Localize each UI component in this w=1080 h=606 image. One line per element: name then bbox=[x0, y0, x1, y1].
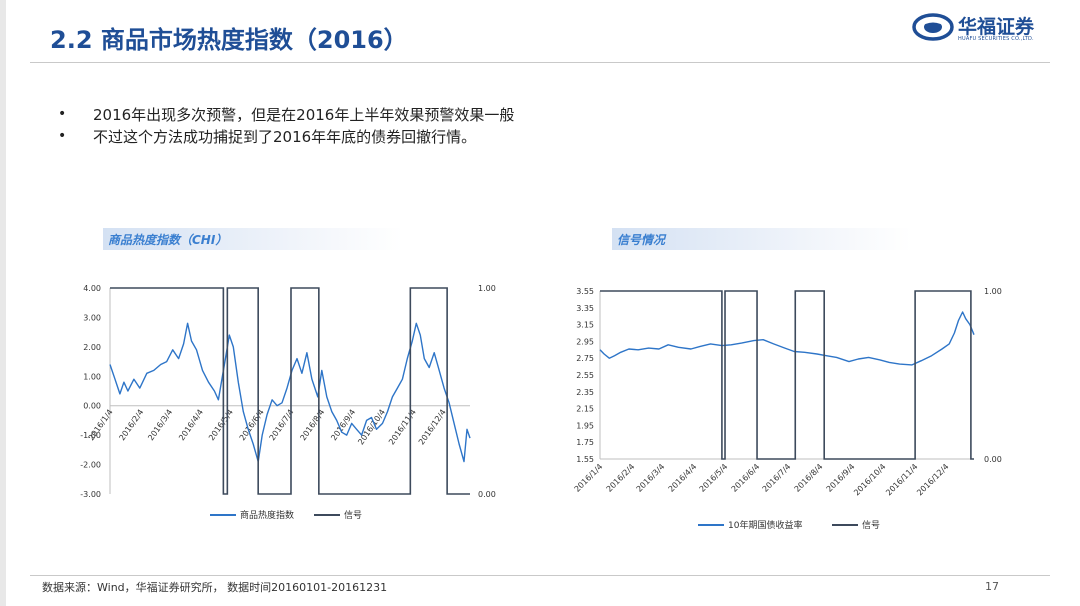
y-tick-label: 2.00 bbox=[83, 343, 101, 352]
bullet-text: 2016年出现多次预警，但是在2016年上半年效果预警效果一般 bbox=[93, 105, 515, 124]
signal-line bbox=[110, 287, 470, 495]
y-tick-label: 3.00 bbox=[83, 313, 101, 322]
bullet-dot-icon: • bbox=[58, 128, 67, 144]
x-tick-label: 2016/4/4 bbox=[177, 408, 205, 443]
y-tick-label: 2.55 bbox=[576, 371, 594, 380]
page-number: 17 bbox=[985, 580, 999, 593]
x-tick-label: 2016/7/4 bbox=[761, 462, 793, 494]
right-chart-header-label: 信号情况 bbox=[617, 233, 666, 247]
bullet-text: 不过这个方法成功捕捉到了2016年年底的债券回撤行情。 bbox=[93, 127, 477, 146]
y-tick-label: 1.75 bbox=[576, 438, 594, 447]
right-chart-header: 信号情况 bbox=[612, 228, 912, 250]
y-tick-label: 1.95 bbox=[576, 421, 594, 430]
y-tick-label: 2.15 bbox=[576, 405, 594, 414]
x-tick-label: 2016/10/4 bbox=[356, 408, 387, 447]
x-tick-label: 2016/2/4 bbox=[605, 462, 637, 494]
legend-label: 信号 bbox=[862, 519, 880, 531]
logo-text: 华福证券 bbox=[958, 16, 1035, 38]
page-title: 2.2 商品市场热度指数（2016） bbox=[50, 26, 408, 54]
x-tick-label: 2016/12/4 bbox=[915, 462, 950, 497]
y-tick-label: 2.75 bbox=[576, 354, 594, 363]
x-tick-label: 2016/3/4 bbox=[146, 408, 174, 443]
legend-label: 10年期国债收益率 bbox=[728, 519, 802, 531]
y2-tick-label: 0.00 bbox=[478, 490, 496, 499]
y-tick-label: 3.55 bbox=[576, 287, 594, 296]
company-logo: 华福证券 HUAFU SECURITIES CO.,LTD. bbox=[912, 12, 1042, 46]
x-tick-label: 2016/2/4 bbox=[117, 408, 145, 443]
y-tick-label: -2.00 bbox=[80, 461, 101, 470]
x-tick-label: 2016/11/4 bbox=[884, 462, 919, 497]
x-tick-label: 2016/10/4 bbox=[852, 462, 887, 497]
y-tick-label: 2.95 bbox=[576, 337, 594, 346]
series-line bbox=[599, 311, 975, 366]
header-divider bbox=[30, 62, 1050, 63]
y-tick-label: 0.00 bbox=[83, 402, 101, 411]
left-chart-header-label: 商品热度指数（CHI） bbox=[108, 233, 228, 247]
x-tick-label: 2016/9/4 bbox=[825, 462, 857, 494]
footer-source: 数据来源：Wind，华福证券研究所， 数据时间20160101-20161231 bbox=[42, 581, 388, 594]
y-tick-label: 3.15 bbox=[576, 321, 594, 330]
bullet-list: • 2016年出现多次预警，但是在2016年上半年效果预警效果一般 • 不过这个… bbox=[58, 103, 514, 147]
left-chart-header: 商品热度指数（CHI） bbox=[103, 228, 403, 250]
y-tick-label: -3.00 bbox=[80, 490, 101, 499]
y-tick-label: 3.35 bbox=[576, 304, 594, 313]
chi-chart: 4.003.002.001.000.00-1.00-2.00-3.001.000… bbox=[80, 284, 496, 521]
y-tick-label: 4.00 bbox=[83, 284, 101, 293]
left-accent-bar bbox=[0, 0, 6, 606]
x-tick-label: 2016/6/4 bbox=[730, 462, 762, 494]
x-tick-label: 2016/12/4 bbox=[417, 408, 448, 447]
footer-divider bbox=[30, 575, 1050, 576]
x-tick-label: 2016/11/4 bbox=[387, 408, 418, 447]
y2-tick-label: 1.00 bbox=[478, 284, 496, 293]
y2-tick-label: 0.00 bbox=[984, 455, 1002, 464]
y-tick-label: 1.00 bbox=[83, 372, 101, 381]
y2-tick-label: 1.00 bbox=[984, 287, 1002, 296]
x-tick-label: 2016/4/4 bbox=[667, 462, 699, 494]
legend-label: 信号 bbox=[344, 509, 362, 521]
x-tick-label: 2016/5/4 bbox=[698, 462, 730, 494]
legend-label: 商品热度指数 bbox=[240, 509, 294, 521]
x-tick-label: 2016/3/4 bbox=[635, 462, 667, 494]
signal-chart: 3.55 3.35 3.15 2.95 2.75 2.55 2.35 2.15 1.95 1.75… bbox=[573, 287, 1002, 531]
x-tick-label: 2016/8/4 bbox=[793, 462, 825, 494]
signal-line bbox=[600, 290, 974, 460]
x-tick-label: 2016/1/4 bbox=[573, 462, 605, 494]
x-tick-label: 2016/5/4 bbox=[207, 408, 235, 443]
y-tick-label: 1.55 bbox=[576, 455, 594, 464]
huafu-logo-icon bbox=[912, 13, 954, 41]
bullet-item: • 2016年出现多次预警，但是在2016年上半年效果预警效果一般 bbox=[58, 103, 514, 125]
y-tick-label: 2.35 bbox=[576, 388, 594, 397]
bullet-dot-icon: • bbox=[58, 106, 67, 122]
x-tick-label: 2016/8/4 bbox=[298, 408, 326, 443]
bullet-item: • 不过这个方法成功捕捉到了2016年年底的债券回撤行情。 bbox=[58, 125, 514, 147]
logo-subtext: HUAFU SECURITIES CO.,LTD. bbox=[958, 36, 1034, 42]
